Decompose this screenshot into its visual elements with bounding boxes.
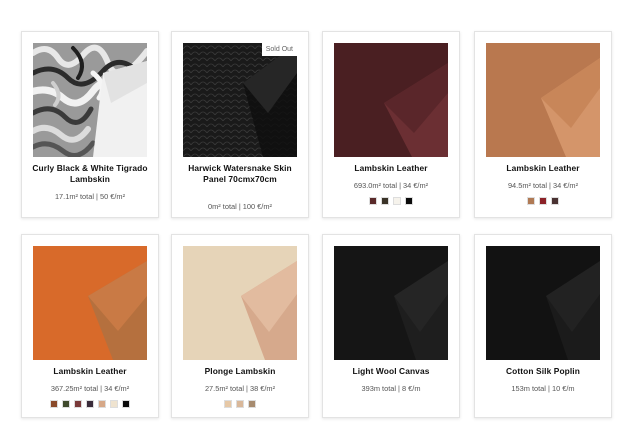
product-stock-price: 393m total | 8 €/m [361,384,421,393]
product-title[interactable]: Light Wool Canvas [327,366,455,377]
product-stock-price: 94.5m² total | 34 €/m² [507,181,579,190]
color-swatch[interactable] [369,197,377,205]
product-title[interactable]: Lambskin Leather [479,163,607,174]
product-grid: Curly Black & White Tigrado Lambskin 17.… [0,0,640,426]
product-image-curly-fur[interactable] [33,43,147,157]
product-stock-price: 0m² total | 100 €/m² [208,202,272,211]
color-swatch[interactable] [248,400,256,408]
sold-out-badge: Sold Out [261,43,297,56]
color-swatches [323,197,459,205]
color-swatch[interactable] [551,197,559,205]
color-swatch[interactable] [224,400,232,408]
product-title[interactable]: Lambskin Leather [327,163,455,174]
product-image-snake-skin[interactable]: Sold Out [183,43,297,157]
product-image-wool-black[interactable] [334,246,448,360]
product-image-poplin-black[interactable] [486,246,600,360]
product-card-watersnake-panel[interactable]: Sold Out Harwick Watersnake Skin Panel 7… [171,31,309,218]
product-card-cotton-silk-poplin[interactable]: Cotton Silk Poplin 153m total | 10 €/m [474,234,612,418]
color-swatch[interactable] [393,197,401,205]
product-stock-price: 693.0m² total | 34 €/m² [353,181,429,190]
cream-leather-image [183,246,297,360]
color-swatch[interactable] [405,197,413,205]
product-title[interactable]: Lambskin Leather [26,366,154,377]
product-card-lambskin-tan[interactable]: Lambskin Leather 94.5m² total | 34 €/m² [474,31,612,218]
product-title[interactable]: Harwick Watersnake Skin Panel 70cmx70cm [176,163,304,185]
black-poplin-image [486,246,600,360]
color-swatch[interactable] [539,197,547,205]
color-swatch[interactable] [98,400,106,408]
product-stock-price: 367.25m² total | 34 €/m² [50,384,130,393]
product-image-leather-burgundy[interactable] [334,43,448,157]
product-title[interactable]: Plonge Lambskin [176,366,304,377]
color-swatches [22,400,158,408]
product-image-leather-cream[interactable] [183,246,297,360]
black-wool-image [334,246,448,360]
product-card-lambskin-burgundy[interactable]: Lambskin Leather 693.0m² total | 34 €/m² [322,31,460,218]
burgundy-leather-image [334,43,448,157]
product-image-leather-orange[interactable] [33,246,147,360]
color-swatch[interactable] [381,197,389,205]
color-swatch[interactable] [527,197,535,205]
orange-leather-image [33,246,147,360]
color-swatch[interactable] [110,400,118,408]
product-stock-price: 153m total | 10 €/m [511,384,575,393]
tan-leather-image [486,43,600,157]
color-swatches [475,197,611,205]
product-card-tigrado-lambskin[interactable]: Curly Black & White Tigrado Lambskin 17.… [21,31,159,218]
curly-fur-image [33,43,147,157]
product-stock-price: 27.5m² total | 38 €/m² [204,384,276,393]
color-swatch[interactable] [74,400,82,408]
color-swatch[interactable] [86,400,94,408]
snake-skin-image [183,43,297,157]
product-image-leather-tan[interactable] [486,43,600,157]
product-title[interactable]: Cotton Silk Poplin [479,366,607,377]
product-card-plonge-lambskin[interactable]: Plonge Lambskin 27.5m² total | 38 €/m² [171,234,309,418]
color-swatch[interactable] [62,400,70,408]
color-swatch[interactable] [236,400,244,408]
product-card-lambskin-orange[interactable]: Lambskin Leather 367.25m² total | 34 €/m… [21,234,159,418]
product-title[interactable]: Curly Black & White Tigrado Lambskin [26,163,154,185]
product-card-light-wool-canvas[interactable]: Light Wool Canvas 393m total | 8 €/m [322,234,460,418]
color-swatch[interactable] [50,400,58,408]
product-stock-price: 17.1m² total | 50 €/m² [54,192,126,201]
color-swatches [172,400,308,408]
color-swatch[interactable] [122,400,130,408]
